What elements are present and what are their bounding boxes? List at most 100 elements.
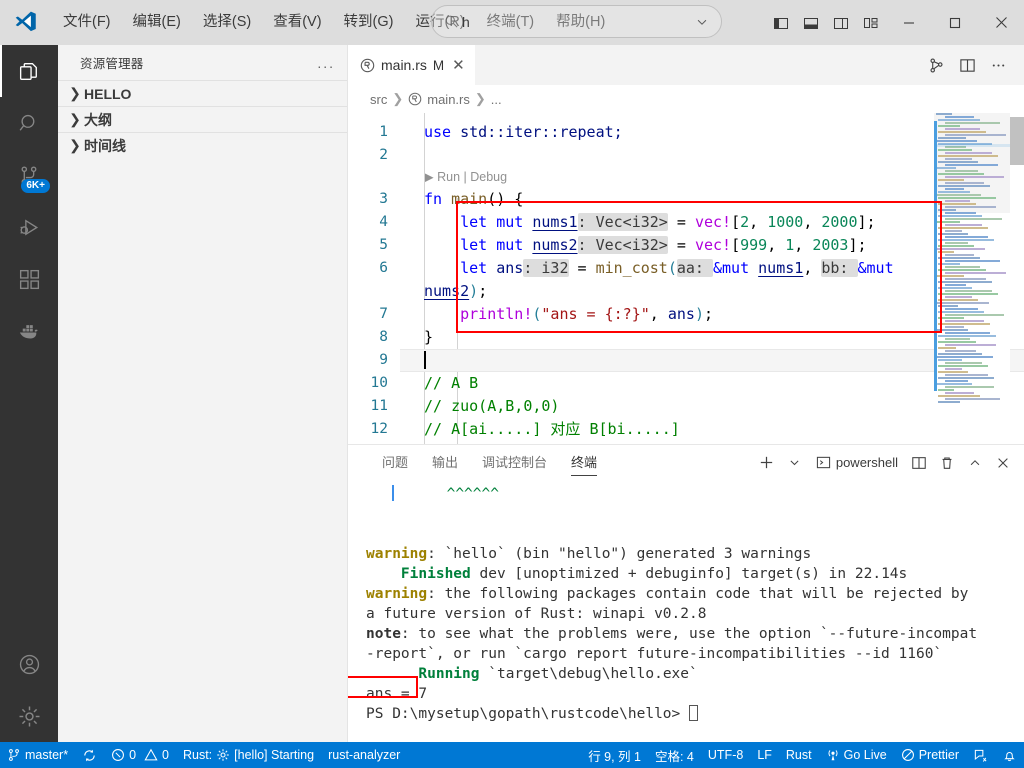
status-rust-server[interactable]: Rust: [hello] Starting	[176, 742, 321, 768]
tab-close-icon[interactable]: ✕	[452, 56, 465, 74]
source-control-graph-icon[interactable]	[922, 45, 950, 85]
breadcrumb-item-file[interactable]: main.rs	[427, 92, 470, 107]
quick-input-box[interactable]: h	[431, 5, 722, 38]
minimap-line	[938, 131, 986, 133]
minimap-line	[938, 269, 986, 271]
terminal-line: ans = 7	[366, 684, 1024, 704]
codelens-run-debug[interactable]: ▶ Run | Debug	[400, 167, 1024, 188]
status-encoding[interactable]: UTF-8	[701, 742, 750, 768]
minimap-line	[945, 320, 984, 322]
code-line[interactable]: let mut nums1: Vec<i32> = vec![2, 1000, …	[400, 211, 1024, 234]
tab-problems[interactable]: 问题	[370, 445, 420, 480]
chevron-up-icon[interactable]	[962, 445, 988, 480]
new-terminal-button[interactable]	[754, 445, 780, 480]
toggle-secondary-sidebar-icon[interactable]	[826, 0, 856, 45]
code-line[interactable]	[400, 144, 1024, 167]
code-line[interactable]: nums2);	[400, 280, 1024, 303]
terminal-output[interactable]: ^^^^^^ warning: `hello` (bin "hello") gen…	[348, 480, 1024, 742]
code-editor[interactable]: 1234567891011121314 use std::iter::repea…	[348, 113, 1024, 444]
window-minimize-button[interactable]	[886, 0, 932, 45]
sidebar-item-run-and-debug[interactable]	[0, 201, 58, 253]
window-close-button[interactable]	[978, 0, 1024, 45]
scrollbar-thumb[interactable]	[1010, 117, 1024, 165]
sidebar-section-timeline[interactable]: ❯ 时间线	[58, 132, 347, 158]
tab-debug-console[interactable]: 调试控制台	[470, 445, 559, 480]
status-go-live[interactable]: Go Live	[819, 742, 894, 768]
menu-item-selection[interactable]: 选择(S)	[192, 11, 262, 34]
customize-layout-icon[interactable]	[856, 0, 886, 45]
sidebar-section-outline[interactable]: ❯ 大纲	[58, 106, 347, 132]
sidebar-item-explorer[interactable]	[0, 45, 58, 97]
code-line[interactable]: // 请变一样	[400, 441, 1024, 444]
window-maximize-button[interactable]	[932, 0, 978, 45]
code-line[interactable]: use std::iter::repeat;	[400, 121, 1024, 144]
status-feedback[interactable]	[966, 742, 995, 768]
quick-input-value: h	[462, 13, 470, 30]
broadcast-icon	[826, 748, 840, 762]
breadcrumb-item-src[interactable]: src	[370, 92, 387, 107]
status-problems[interactable]: 0 0	[104, 742, 176, 768]
code-line[interactable]: // A[ai.....] 对应 B[bi.....]	[400, 418, 1024, 441]
status-editor-position[interactable]: 行 9, 列 1	[581, 742, 648, 768]
menu-item-file[interactable]: 文件(F)	[52, 11, 122, 34]
status-indentation[interactable]: 空格: 4	[648, 742, 701, 768]
feedback-icon	[973, 748, 988, 763]
code-token: )	[694, 305, 704, 323]
code-token: &mut	[857, 259, 894, 277]
code-line[interactable]: }	[400, 326, 1024, 349]
status-notifications[interactable]	[995, 742, 1024, 768]
ellipsis-icon[interactable]: ...	[317, 55, 335, 71]
sidebar-item-docker[interactable]	[0, 305, 58, 357]
status-prettier[interactable]: Prettier	[894, 742, 966, 768]
code-token: aa:	[676, 259, 713, 277]
split-editor-icon[interactable]	[953, 45, 981, 85]
breadcrumb-item-symbol[interactable]: ...	[491, 92, 502, 107]
menu-item-view[interactable]: 查看(V)	[262, 11, 332, 34]
minimap-line	[938, 317, 964, 319]
code-line[interactable]: // zuo(A,B,0,0)	[400, 395, 1024, 418]
code-lines[interactable]: use std::iter::repeat;▶ Run | Debug fn ma…	[400, 113, 1024, 444]
status-branch[interactable]: master*	[0, 742, 75, 768]
trash-icon[interactable]	[934, 445, 960, 480]
status-eol[interactable]: LF	[750, 742, 779, 768]
split-terminal-icon[interactable]	[906, 445, 932, 480]
status-sync[interactable]	[75, 742, 104, 768]
editor-vertical-scrollbar[interactable]	[1010, 113, 1024, 444]
close-panel-icon[interactable]	[990, 445, 1016, 480]
codelens-label[interactable]: Run | Debug	[437, 170, 507, 184]
chevron-down-icon[interactable]	[695, 15, 709, 29]
toggle-primary-sidebar-icon[interactable]	[766, 0, 796, 45]
tab-terminal[interactable]: 终端	[559, 445, 609, 480]
status-language-mode[interactable]: Rust	[779, 742, 819, 768]
chevron-down-icon[interactable]	[782, 445, 808, 480]
sidebar-section-hello[interactable]: ❯ HELLO	[58, 80, 347, 106]
sidebar-item-source-control[interactable]: 6K+	[0, 149, 58, 201]
manage-settings-button[interactable]	[0, 690, 58, 742]
menu-item-edit[interactable]: 编辑(E)	[122, 11, 192, 34]
code-line[interactable]: let ans: i32 = min_cost(aa: &mut nums1, …	[400, 257, 1024, 280]
sidebar-item-search[interactable]	[0, 97, 58, 149]
editor-group: main.rs M ✕ src ❯ main.rs ❯ ... 1 2 3 4 …	[348, 45, 1024, 742]
tab-main-rs[interactable]: main.rs M ✕	[348, 45, 476, 85]
menu-item-go[interactable]: 转到(G)	[333, 11, 405, 34]
terminal-shell-selector[interactable]: powershell	[810, 445, 904, 480]
ellipsis-icon[interactable]	[984, 45, 1012, 85]
toggle-panel-icon[interactable]	[796, 0, 826, 45]
code-line[interactable]: // A B	[400, 372, 1024, 395]
minimap[interactable]	[934, 113, 1010, 444]
minimap-line	[945, 368, 962, 370]
code-line[interactable]	[400, 349, 1024, 372]
accounts-button[interactable]	[0, 638, 58, 690]
code-line[interactable]: let mut nums2: Vec<i32> = vec![999, 1, 2…	[400, 234, 1024, 257]
minimap-line	[938, 185, 990, 187]
tab-output[interactable]: 输出	[420, 445, 470, 480]
minimap-line	[945, 212, 976, 214]
sidebar-section-label: 大纲	[84, 111, 112, 128]
line-number: 4	[379, 214, 388, 230]
status-bar: master* 0 0 Rust: [hello] Starting rust-…	[0, 742, 1024, 768]
sidebar-item-extensions[interactable]	[0, 253, 58, 305]
code-line[interactable]: fn main() {	[400, 188, 1024, 211]
code-content[interactable]: 1234567891011121314 use std::iter::repea…	[348, 113, 1024, 444]
code-line[interactable]: println!("ans = {:?}", ans);	[400, 303, 1024, 326]
status-rust-analyzer[interactable]: rust-analyzer	[321, 742, 407, 768]
